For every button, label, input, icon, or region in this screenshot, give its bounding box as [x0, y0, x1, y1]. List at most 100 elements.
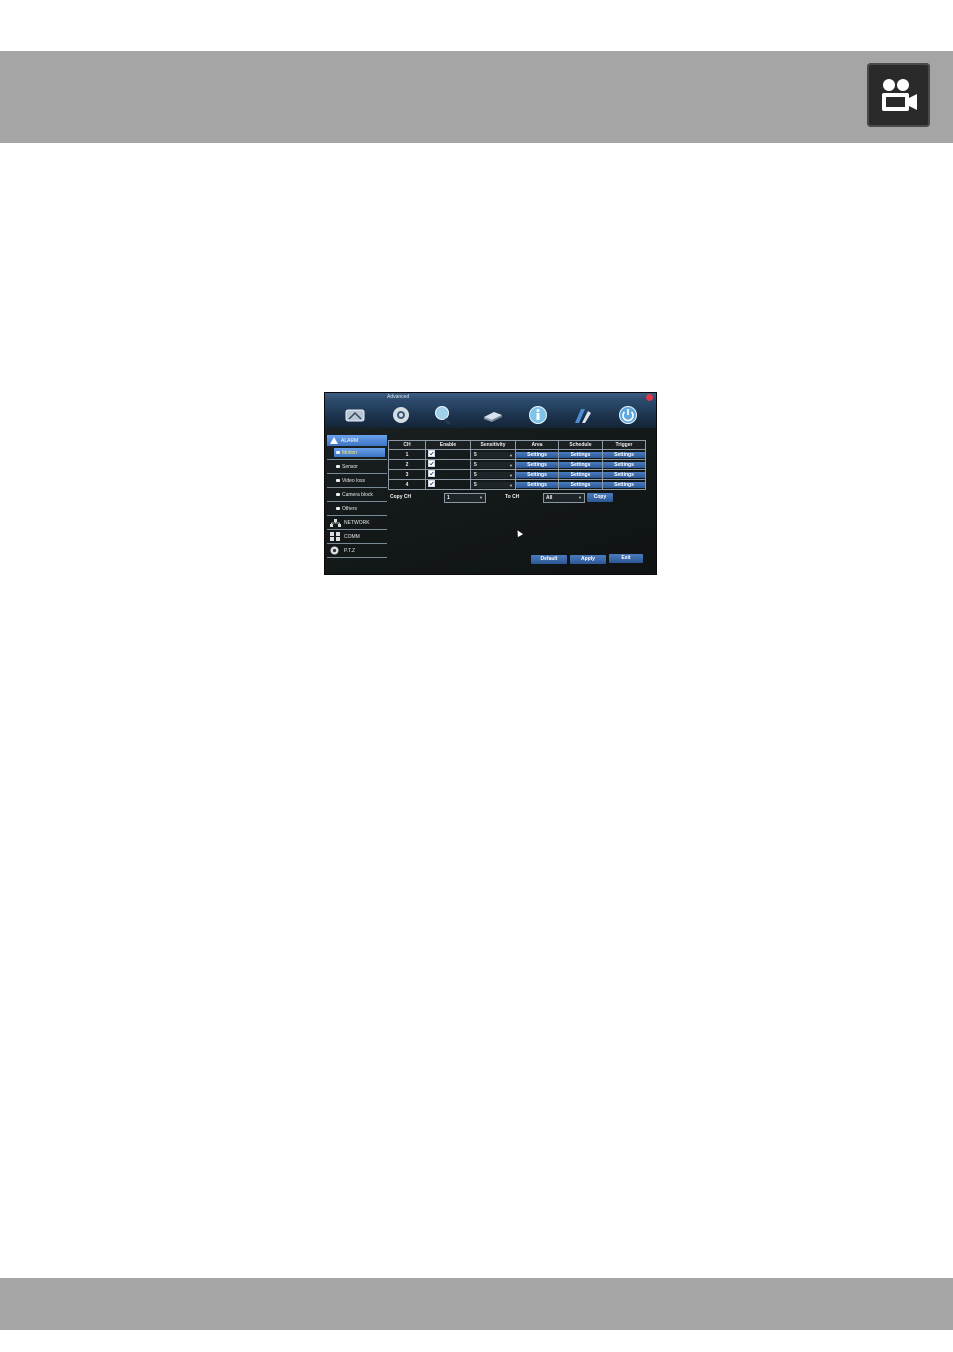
sidebar-item-video-loss[interactable]: Video loss	[327, 475, 387, 486]
sidebar-item-label: Camera block	[342, 492, 373, 498]
schedule-settings-button[interactable]: Settings	[559, 461, 602, 468]
sidebar-item-label: Others	[342, 506, 358, 512]
sensitivity-value: 5	[474, 481, 477, 488]
area-settings-button[interactable]: Settings	[516, 481, 558, 488]
enable-checkbox[interactable]	[428, 480, 435, 487]
ptz-icon	[330, 546, 339, 555]
copy-to-select[interactable]: All ▼	[543, 493, 585, 503]
hard-disk-icon[interactable]	[482, 405, 504, 425]
bullet-icon	[336, 479, 340, 482]
copy-to-value: All	[546, 495, 553, 501]
divider	[327, 459, 387, 460]
trigger-settings-button[interactable]: Settings	[603, 471, 645, 478]
mouse-cursor-icon	[514, 528, 524, 538]
grid-icon	[330, 532, 340, 541]
sidebar-item-camera-block[interactable]: Camera block	[327, 489, 387, 500]
default-button[interactable]: Default	[531, 555, 567, 564]
sensitivity-value: 5	[474, 471, 477, 478]
sidebar-item-ptz[interactable]: P.T.Z	[327, 545, 387, 556]
copy-from-select[interactable]: 1 ▼	[444, 493, 486, 503]
sidebar-item-label: NETWORK	[344, 520, 370, 526]
sensitivity-select[interactable]: 5 ▼	[471, 451, 515, 458]
copy-from-value: 1	[447, 495, 450, 501]
divider	[327, 529, 387, 530]
window-title: Advanced	[387, 394, 410, 400]
window-titlebar: Advanced	[325, 393, 656, 402]
alarm-siren-icon[interactable]	[344, 405, 366, 425]
dropdown-arrow-icon: ▼	[509, 462, 513, 468]
trigger-settings-button[interactable]: Settings	[603, 481, 645, 488]
column-header: CH	[388, 440, 426, 450]
header-band	[0, 51, 953, 143]
area-cell: Settings	[515, 459, 559, 470]
trigger-settings-button[interactable]: Settings	[603, 461, 645, 468]
area-settings-button[interactable]: Settings	[516, 461, 558, 468]
enable-cell	[425, 459, 471, 470]
column-header: Enable	[425, 440, 471, 450]
sensitivity-select[interactable]: 5 ▼	[471, 471, 515, 478]
sensitivity-select[interactable]: 5 ▼	[471, 481, 515, 488]
bullet-icon	[336, 493, 340, 496]
divider	[327, 487, 387, 488]
search-icon[interactable]	[433, 405, 455, 425]
trigger-cell: Settings	[602, 459, 646, 470]
table-row: 2 5 ▼ Settings Settings Settings	[388, 459, 646, 470]
motion-table: CH Enable Sensitivity Area Schedule Trig…	[388, 440, 646, 490]
sensitivity-cell: 5 ▼	[470, 449, 516, 460]
enable-checkbox[interactable]	[428, 450, 435, 457]
schedule-cell: Settings	[558, 469, 603, 480]
dropdown-arrow-icon: ▼	[578, 495, 582, 500]
copy-row: Copy CH 1 ▼ To CH All ▼ Copy	[390, 493, 650, 503]
divider	[327, 501, 387, 502]
sensitivity-cell: 5 ▼	[470, 469, 516, 480]
sidebar-item-motion[interactable]: Motion	[327, 447, 387, 458]
power-icon[interactable]	[617, 405, 639, 425]
column-header: Schedule	[558, 440, 603, 450]
schedule-cell: Settings	[558, 479, 603, 490]
dropdown-arrow-icon: ▼	[509, 452, 513, 458]
menu-icon-bar	[325, 402, 656, 428]
sensitivity-cell: 5 ▼	[470, 459, 516, 470]
sensitivity-select[interactable]: 5 ▼	[471, 461, 515, 468]
enable-checkbox[interactable]	[428, 460, 435, 467]
area-cell: Settings	[515, 479, 559, 490]
schedule-settings-button[interactable]: Settings	[559, 481, 602, 488]
column-header: Sensitivity	[470, 440, 516, 450]
schedule-cell: Settings	[558, 459, 603, 470]
area-settings-button[interactable]: Settings	[516, 451, 558, 458]
ch-cell: 2	[388, 459, 426, 470]
gear-icon[interactable]	[390, 405, 412, 425]
video-camera-badge	[867, 63, 930, 127]
dropdown-arrow-icon: ▼	[479, 495, 483, 500]
area-cell: Settings	[515, 469, 559, 480]
sidebar-item-network[interactable]: NETWORK	[327, 517, 387, 528]
sidebar-item-comm[interactable]: COMM	[327, 531, 387, 542]
to-ch-label: To CH	[505, 494, 520, 500]
trigger-settings-button[interactable]: Settings	[603, 451, 645, 458]
divider	[327, 515, 387, 516]
dropdown-arrow-icon: ▼	[509, 472, 513, 478]
sidebar-item-sensor[interactable]: Sensor	[327, 461, 387, 472]
footer-band	[0, 1278, 953, 1330]
area-settings-button[interactable]: Settings	[516, 471, 558, 478]
info-icon[interactable]	[527, 405, 549, 425]
ch-cell: 3	[388, 469, 426, 480]
divider	[327, 557, 387, 558]
ch-cell: 4	[388, 479, 426, 490]
close-icon[interactable]	[646, 394, 653, 401]
sidebar-item-label: Motion	[342, 450, 358, 456]
copy-button[interactable]: Copy	[587, 493, 613, 502]
divider	[327, 473, 387, 474]
sidebar-item-others[interactable]: Others	[327, 503, 387, 514]
schedule-settings-button[interactable]: Settings	[559, 471, 602, 478]
column-header: Trigger	[602, 440, 646, 450]
apply-button[interactable]: Apply	[570, 555, 606, 564]
bullet-icon	[336, 465, 340, 468]
exit-button[interactable]: Exit	[609, 554, 643, 563]
table-header-row: CH Enable Sensitivity Area Schedule Trig…	[388, 440, 646, 450]
sidebar-item-alarm[interactable]: ALARM	[327, 435, 387, 446]
copy-ch-label: Copy CH	[390, 494, 412, 500]
schedule-settings-button[interactable]: Settings	[559, 451, 602, 458]
enable-checkbox[interactable]	[428, 470, 435, 477]
tools-icon[interactable]	[572, 405, 594, 425]
